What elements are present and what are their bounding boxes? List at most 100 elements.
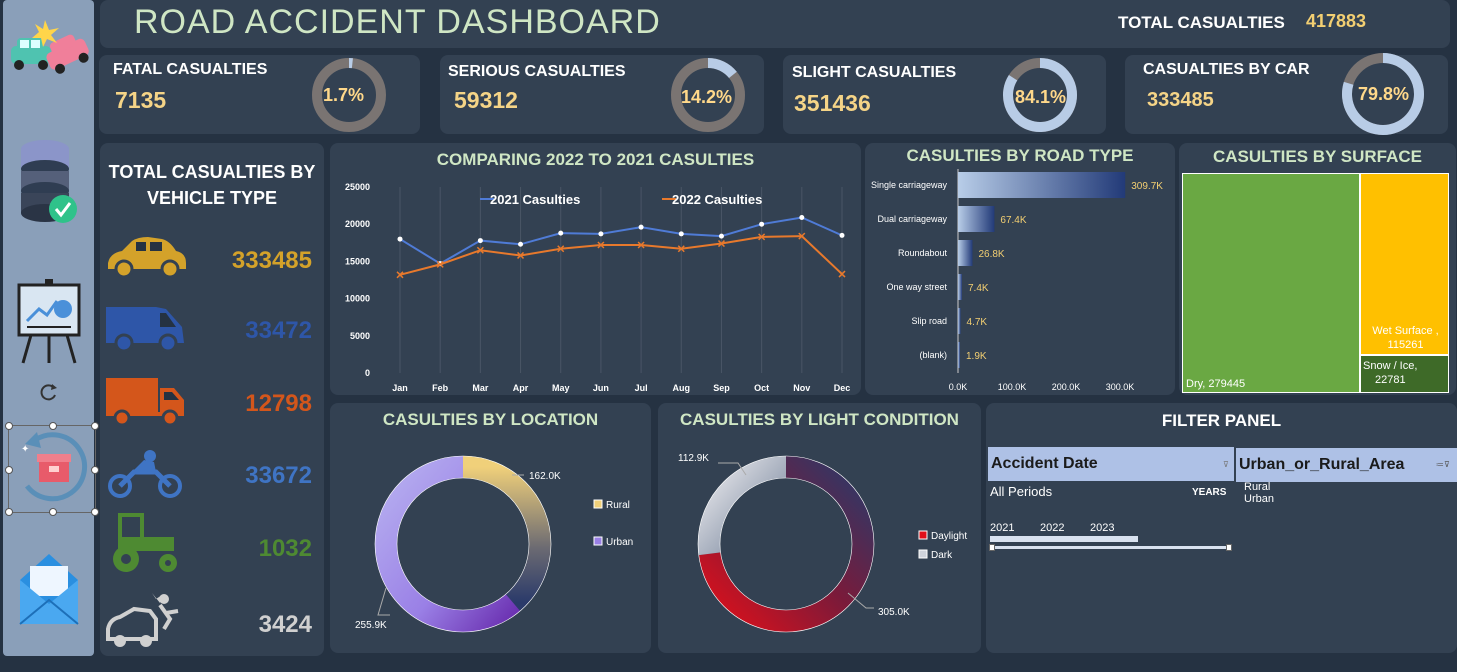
clear-filter-icon[interactable]: ⊽ (1223, 460, 1229, 469)
donut-slice-urban[interactable] (375, 456, 521, 632)
donut-slice-dark[interactable] (698, 456, 787, 556)
point[interactable] (558, 230, 564, 236)
point[interactable] (598, 231, 604, 237)
return-box-icon: ✦ (21, 432, 88, 502)
y-tick-label: 20000 (345, 219, 370, 229)
accident-icon[interactable] (3, 14, 94, 84)
legend-label[interactable]: 2021 Casulties (490, 192, 580, 207)
treemap-label: Dry, 279445 (1186, 378, 1246, 390)
truck-icon (106, 378, 184, 427)
x-tick-label: Apr (513, 383, 529, 393)
vehicle-value: 3424 (258, 611, 312, 638)
kpi-value: 7135 (115, 87, 167, 113)
point[interactable] (397, 236, 403, 242)
bar[interactable] (958, 308, 961, 334)
treemap-snow[interactable]: Snow / Ice, 22781 (1360, 355, 1449, 393)
kpi-label: CASUALTIES BY CAR (1143, 61, 1310, 78)
treemap-wet[interactable]: Wet Surface , 115261 (1360, 173, 1449, 355)
x-tick-label: Jul (635, 383, 648, 393)
multiselect-icon[interactable]: ≔⊽ (1436, 460, 1450, 469)
point[interactable] (678, 231, 684, 237)
area-item-rural[interactable]: Rural (1244, 481, 1270, 493)
category-label: Single carriageway (871, 180, 948, 190)
road-type-panel: CASULTIES BY ROAD TYPE Single carriagewa… (865, 143, 1175, 395)
category-label: One way street (886, 282, 947, 292)
bar[interactable] (958, 342, 960, 368)
legend-label[interactable]: 2022 Casulties (672, 192, 762, 207)
y-tick-label: 10000 (345, 294, 370, 304)
point[interactable] (638, 224, 644, 230)
y-tick-label: 15000 (345, 256, 370, 266)
x-tick-label: Sep (713, 383, 730, 393)
location-donut: 162.0K 255.9K Rural Urban (355, 455, 633, 633)
legend-daylight[interactable]: Daylight (931, 531, 967, 542)
bar[interactable] (958, 240, 973, 266)
year-2021[interactable]: 2021 (990, 522, 1014, 534)
x-tick-label: 200.0K (1052, 382, 1081, 392)
year-2023[interactable]: 2023 (1090, 522, 1114, 534)
bar-value-label: 67.4K (1000, 215, 1026, 226)
area-slicer-header[interactable]: Urban_or_Rural_Area (1236, 448, 1457, 482)
line-chart: 0 5000 10000 15000 20000 25000 Jan Feb Mar Apr May… (345, 182, 850, 393)
point[interactable] (718, 233, 724, 239)
database-icon[interactable] (3, 135, 94, 230)
rotate-handle-icon[interactable] (3, 380, 94, 404)
location-urban-label: 255.9K (355, 620, 387, 631)
svg-text:✦: ✦ (21, 444, 29, 455)
vehicle-panel-title: TOTAL CASUALTIES BY VEHICLE TYPE (100, 159, 324, 211)
donut-inner-outline (719, 477, 853, 611)
point[interactable] (477, 238, 483, 244)
point[interactable] (518, 241, 524, 247)
line-chart-panel: COMPARING 2022 TO 2021 CASULTIES 0 5000 10… (330, 143, 861, 395)
bar[interactable] (958, 206, 995, 232)
legend-dark[interactable]: Dark (931, 550, 953, 561)
year-2022[interactable]: 2022 (1040, 522, 1064, 534)
header-bar: ROAD ACCIDENT DASHBOARD TOTAL CASUALTIES… (100, 0, 1450, 48)
filter-panel-title: FILTER PANEL (1161, 411, 1282, 430)
timeline-end-handle[interactable] (1226, 544, 1232, 551)
legend-swatch-daylight (918, 530, 928, 540)
total-casualties-label: TOTAL CASUALTIES (1118, 13, 1285, 32)
legend-rural[interactable]: Rural (606, 500, 630, 511)
date-slicer-level[interactable]: YEARS (1192, 487, 1226, 498)
crash-icon (106, 593, 179, 647)
filter-panel: FILTER PANEL Accident Date ⊽ All Periods… (986, 403, 1457, 653)
location-panel: CASULTIES BY LOCATION 162.0K 255.9K Rura… (330, 403, 651, 653)
bar[interactable] (958, 274, 962, 300)
point[interactable] (799, 215, 805, 221)
x-tick-label: May (552, 383, 570, 393)
kpi-card-fatal: FATAL CASUALTIES 7135 1.7% (99, 55, 420, 134)
vehicle-row-tractor: 1032 (100, 513, 324, 573)
vehicle-value: 1032 (258, 535, 312, 562)
point[interactable] (759, 221, 765, 227)
vehicle-row-car: 333485 (100, 233, 324, 293)
timeline-bar[interactable] (990, 536, 1138, 542)
date-slicer-header[interactable]: Accident Date (988, 447, 1234, 481)
x-tick-label: 0.0K (949, 382, 968, 392)
timeline-scrollbar[interactable] (990, 546, 1232, 549)
area-item-urban[interactable]: Urban (1244, 493, 1274, 505)
kpi-value: 59312 (454, 87, 518, 113)
category-label: (blank) (919, 350, 947, 360)
presentation-icon[interactable] (3, 278, 94, 366)
legend-urban[interactable]: Urban (606, 537, 633, 548)
road-type-chart: Single carriageway 309.7K Dual carriageway… (871, 169, 1163, 392)
vehicle-row-motorcycle: 33672 (100, 448, 324, 508)
point[interactable] (839, 232, 845, 238)
treemap-dry[interactable]: Dry, 279445 (1182, 173, 1360, 393)
treemap-label-line1: Snow / Ice, (1363, 360, 1418, 372)
legend-swatch-dark (918, 549, 928, 559)
timeline-start-handle[interactable] (989, 544, 995, 551)
total-casualties-value: 417883 (1306, 11, 1367, 31)
x-tick-label: Feb (432, 383, 449, 393)
x-tick-label: Jun (593, 383, 609, 393)
donut-inner-outline (396, 477, 530, 611)
bar[interactable] (958, 172, 1126, 198)
treemap-label-line2: 22781 (1375, 374, 1406, 386)
kpi-label: FATAL CASUALTIES (113, 61, 268, 78)
selected-icon-frame[interactable]: ✦ (5, 422, 99, 516)
series-line[interactable] (399, 216, 843, 265)
series-line[interactable] (399, 235, 843, 276)
mail-icon[interactable] (3, 548, 94, 628)
x-tick-label: Nov (793, 383, 810, 393)
